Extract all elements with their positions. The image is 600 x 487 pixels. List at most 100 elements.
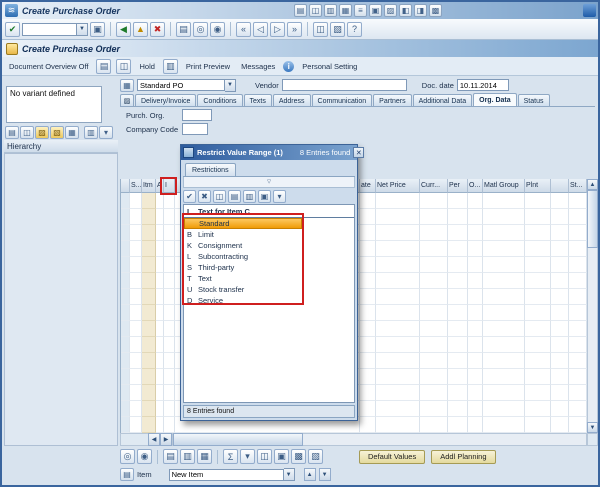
grid-cell[interactable] — [483, 417, 525, 433]
column-header-i[interactable]: I — [164, 179, 175, 193]
help-icon[interactable]: ? — [347, 21, 362, 37]
grid-cell[interactable] — [164, 209, 175, 225]
grid-cell[interactable] — [483, 209, 525, 225]
value-help-entry[interactable]: T Text — [184, 273, 302, 284]
grid-cell[interactable] — [569, 305, 587, 321]
gui-option-icon[interactable]: ◫ — [309, 4, 322, 17]
grid-cell[interactable] — [569, 353, 587, 369]
grid-cell[interactable] — [360, 401, 376, 417]
grid-cell[interactable] — [360, 193, 376, 209]
grid-cell[interactable] — [164, 273, 175, 289]
grid-cell[interactable] — [483, 193, 525, 209]
column-header-st[interactable]: St... — [569, 179, 587, 193]
item-number-cell[interactable] — [142, 193, 156, 209]
grid-cell[interactable] — [376, 273, 420, 289]
grid-cell[interactable] — [130, 209, 142, 225]
grid-cell[interactable] — [164, 321, 175, 337]
value-help-entry[interactable]: B Limit — [184, 229, 302, 240]
vertical-scroll-thumb[interactable] — [587, 190, 598, 248]
header-expand-icon[interactable]: ▦ — [120, 78, 134, 92]
horizontal-scrollbar[interactable]: ◀ ▶ — [120, 433, 587, 446]
row-selector-cell[interactable] — [121, 257, 130, 273]
grid-cell[interactable] — [376, 225, 420, 241]
grid-cell[interactable] — [156, 369, 164, 385]
info-icon[interactable]: i — [283, 60, 295, 72]
details-icon[interactable]: ▧ — [308, 449, 323, 464]
grid-cell[interactable] — [420, 225, 448, 241]
grid-cell[interactable] — [525, 417, 551, 433]
value-help-entry[interactable]: S Third-party — [184, 262, 302, 273]
grid-cell[interactable] — [525, 385, 551, 401]
value-help-entry[interactable]: D Service — [184, 295, 302, 306]
grid-cell[interactable] — [448, 321, 468, 337]
grid-cell[interactable] — [420, 401, 448, 417]
grid-cell[interactable] — [156, 401, 164, 417]
horizontal-scroll-thumb[interactable] — [173, 433, 303, 446]
grid-cell[interactable] — [360, 369, 376, 385]
item-number-cell[interactable] — [142, 353, 156, 369]
save-icon[interactable]: ▣ — [90, 21, 105, 37]
column-header-ate[interactable]: ate — [360, 179, 376, 193]
grid-cell[interactable] — [164, 385, 175, 401]
grid-cell[interactable] — [376, 305, 420, 321]
column-header-per[interactable]: Per — [448, 179, 468, 193]
grid-cell[interactable] — [164, 225, 175, 241]
grid-cell[interactable] — [376, 289, 420, 305]
item-number-cell[interactable] — [142, 369, 156, 385]
grid-cell[interactable] — [130, 289, 142, 305]
grid-cell[interactable] — [448, 273, 468, 289]
grid-cell[interactable] — [360, 337, 376, 353]
grid-cell[interactable] — [360, 321, 376, 337]
print-icon[interactable]: ▤ — [176, 21, 191, 37]
grid-cell[interactable] — [551, 225, 569, 241]
grid-cell[interactable] — [156, 289, 164, 305]
grid-cell[interactable] — [525, 369, 551, 385]
item-number-cell[interactable] — [142, 273, 156, 289]
grid-cell[interactable] — [420, 417, 448, 433]
lock-item-icon[interactable]: ▩ — [291, 449, 306, 464]
grid-cell[interactable] — [468, 257, 483, 273]
grid-cell[interactable] — [420, 241, 448, 257]
grid-cell[interactable] — [483, 289, 525, 305]
grid-cell[interactable] — [468, 417, 483, 433]
grid-cell[interactable] — [483, 353, 525, 369]
grid-cell[interactable] — [483, 225, 525, 241]
grid-cell[interactable] — [468, 369, 483, 385]
grid-cell[interactable] — [376, 241, 420, 257]
refresh-icon[interactable]: ▦ — [65, 126, 79, 139]
grid-cell[interactable] — [376, 385, 420, 401]
exit-icon[interactable]: ▲ — [133, 21, 148, 37]
grid-cell[interactable] — [130, 369, 142, 385]
grid-cell[interactable] — [525, 289, 551, 305]
grid-cell[interactable] — [468, 273, 483, 289]
item-number-cell[interactable] — [142, 417, 156, 433]
folder-icon[interactable]: ▨ — [35, 126, 49, 139]
scroll-up-icon[interactable]: ▲ — [587, 179, 598, 190]
grid-cell[interactable] — [448, 209, 468, 225]
grid-cell[interactable] — [468, 401, 483, 417]
grid-cell[interactable] — [483, 385, 525, 401]
popup-titlebar[interactable]: Restrict Value Range (1) 8 Entries found… — [181, 145, 365, 160]
grid-cell[interactable] — [156, 353, 164, 369]
previous-page-icon[interactable]: ◁ — [253, 21, 268, 37]
grid-cell[interactable] — [376, 401, 420, 417]
close-list-icon[interactable]: ✖ — [198, 189, 211, 203]
grid-cell[interactable] — [569, 321, 587, 337]
document-overview-panel[interactable] — [4, 153, 118, 446]
column-header-o[interactable]: O... — [468, 179, 483, 193]
grid-cell[interactable] — [130, 353, 142, 369]
grid-cell[interactable] — [360, 289, 376, 305]
grid-cell[interactable] — [483, 241, 525, 257]
gui-option-icon[interactable]: ▥ — [324, 4, 337, 17]
grid-cell[interactable] — [420, 321, 448, 337]
grid-cell[interactable] — [525, 209, 551, 225]
value-help-entry[interactable]: L Subcontracting — [184, 251, 302, 262]
change-layout-icon[interactable]: ▦ — [197, 449, 212, 464]
grid-cell[interactable] — [164, 241, 175, 257]
grid-cell[interactable] — [569, 289, 587, 305]
grid-cell[interactable] — [551, 209, 569, 225]
accept-icon[interactable]: ✔ — [183, 189, 196, 203]
item-dropdown-icon[interactable]: ▼ — [283, 468, 295, 481]
purch-org-input[interactable] — [182, 109, 212, 121]
search-next-icon[interactable]: ◉ — [137, 449, 152, 464]
